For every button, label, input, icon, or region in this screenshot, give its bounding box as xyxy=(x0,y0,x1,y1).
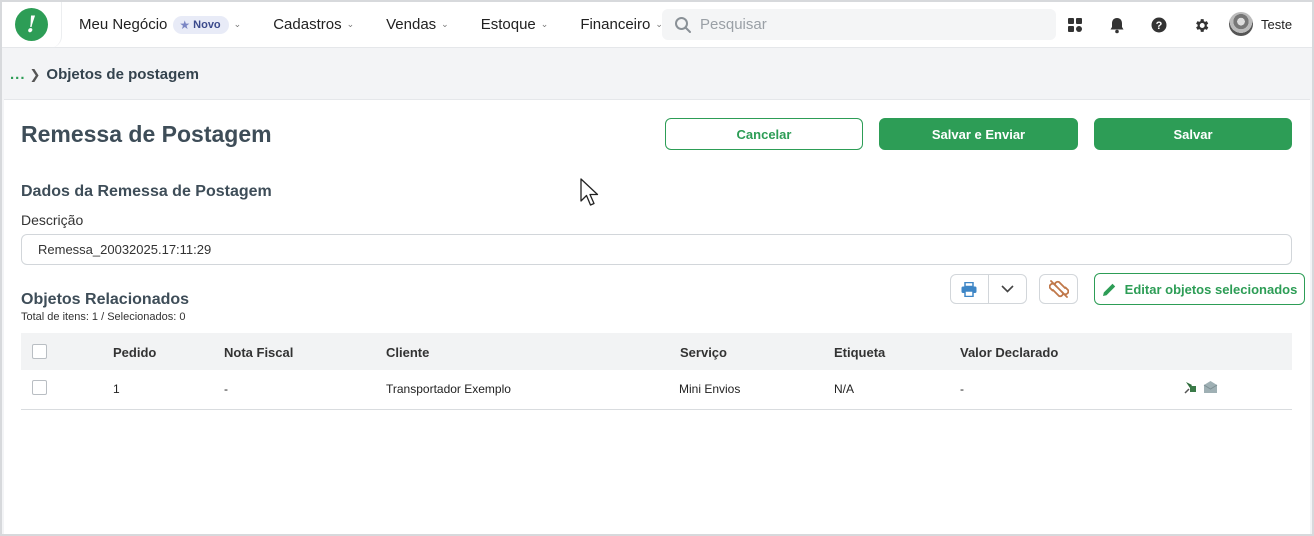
search-box xyxy=(662,9,1056,40)
chevron-down-icon: ⌄ xyxy=(441,19,449,29)
app-logo[interactable]: ! xyxy=(15,8,48,41)
chevron-down-icon: ⌄ xyxy=(233,19,242,29)
printer-icon xyxy=(961,281,977,297)
star-icon: ★ xyxy=(179,17,191,32)
carrier-icon[interactable] xyxy=(1184,380,1198,394)
cancel-button[interactable]: Cancelar xyxy=(665,118,863,150)
chevron-down-icon xyxy=(1001,285,1014,293)
cell-valor-declarado: - xyxy=(960,382,964,396)
cell-servico: Mini Envios xyxy=(679,382,741,396)
nav-vendas[interactable]: Vendas ⌄ xyxy=(386,2,449,48)
edit-selected-label: Editar objetos selecionados xyxy=(1124,281,1298,297)
avatar[interactable] xyxy=(1229,12,1253,36)
col-servico[interactable]: Serviço xyxy=(680,345,727,360)
remessa-section-title: Dados da Remessa de Postagem xyxy=(21,183,272,200)
bell-icon[interactable] xyxy=(1106,14,1128,36)
chevron-right-icon: ❯ xyxy=(29,66,41,82)
novo-badge-label: Novo xyxy=(193,18,221,31)
search-input[interactable] xyxy=(700,16,1040,33)
table-header: Pedido Nota Fiscal Cliente Serviço Etiqu… xyxy=(21,333,1292,370)
cell-etiqueta: N/A xyxy=(834,382,855,396)
nav-financeiro[interactable]: Financeiro ⌄ xyxy=(580,2,663,48)
edit-selected-button[interactable]: Editar objetos selecionados xyxy=(1094,273,1305,305)
row-checkbox[interactable] xyxy=(32,380,47,395)
print-split-button xyxy=(950,274,1027,304)
print-button[interactable] xyxy=(951,275,989,303)
col-cliente[interactable]: Cliente xyxy=(386,345,429,360)
nav-vendas-label: Vendas xyxy=(386,16,437,33)
save-and-send-button[interactable]: Salvar e Enviar xyxy=(879,118,1078,150)
col-nota-fiscal[interactable]: Nota Fiscal xyxy=(224,345,293,360)
breadcrumb-ellipsis[interactable]: ... xyxy=(10,66,26,83)
breadcrumb-current: Objetos de postagem xyxy=(46,66,199,83)
totals-text: Total de itens: 1 / Selecionados: 0 xyxy=(21,311,186,323)
novo-badge: ★ Novo xyxy=(173,15,229,34)
unlink-button[interactable] xyxy=(1039,274,1078,304)
nav-estoque[interactable]: Estoque ⌄ xyxy=(481,2,549,48)
save-button[interactable]: Salvar xyxy=(1094,118,1292,150)
col-valor-declarado[interactable]: Valor Declarado xyxy=(960,345,1058,360)
nav-cadastros-label: Cadastros xyxy=(273,16,342,33)
unlink-icon xyxy=(1048,280,1069,298)
top-navbar: ! Meu Negócio ★ Novo ⌄ Cadastros ⌄ Venda… xyxy=(2,1,1312,48)
help-icon[interactable]: ? xyxy=(1148,14,1170,36)
nav-financeiro-label: Financeiro xyxy=(580,16,651,33)
nav-estoque-label: Estoque xyxy=(480,16,536,33)
user-name[interactable]: Teste xyxy=(1261,17,1292,32)
mouse-cursor-icon xyxy=(580,178,599,206)
description-input[interactable] xyxy=(21,234,1292,265)
cell-cliente: Transportador Exemplo xyxy=(386,382,511,396)
objetos-section-title: Objetos Relacionados xyxy=(21,291,190,308)
nav-cadastros[interactable]: Cadastros ⌄ xyxy=(273,2,354,48)
cell-pedido: 1 xyxy=(113,382,120,396)
main-card: Remessa de Postagem Cancelar Salvar e En… xyxy=(4,99,1310,534)
print-options-button[interactable] xyxy=(989,275,1027,303)
gear-icon[interactable] xyxy=(1190,14,1212,36)
col-etiqueta[interactable]: Etiqueta xyxy=(834,345,885,360)
package-icon[interactable] xyxy=(1203,380,1218,394)
table-row: 1 - Transportador Exemplo Mini Envios N/… xyxy=(21,370,1292,410)
search-icon xyxy=(675,16,691,33)
select-all-checkbox[interactable] xyxy=(32,344,47,359)
pencil-icon xyxy=(1102,283,1115,296)
grid-icon[interactable] xyxy=(1064,14,1086,36)
nav-meu-negocio-label: Meu Negócio xyxy=(79,16,168,33)
logo-container: ! xyxy=(2,1,62,48)
breadcrumb: ... ❯ Objetos de postagem xyxy=(10,66,199,83)
chevron-down-icon: ⌄ xyxy=(346,19,355,29)
description-label: Descrição xyxy=(21,212,84,228)
chevron-down-icon: ⌄ xyxy=(540,19,549,29)
col-pedido[interactable]: Pedido xyxy=(113,345,156,360)
nav-meu-negocio[interactable]: Meu Negócio ★ Novo ⌄ xyxy=(79,2,241,48)
page-title: Remessa de Postagem xyxy=(21,121,272,147)
svg-text:?: ? xyxy=(1156,20,1163,32)
cell-nota-fiscal: - xyxy=(224,382,228,396)
